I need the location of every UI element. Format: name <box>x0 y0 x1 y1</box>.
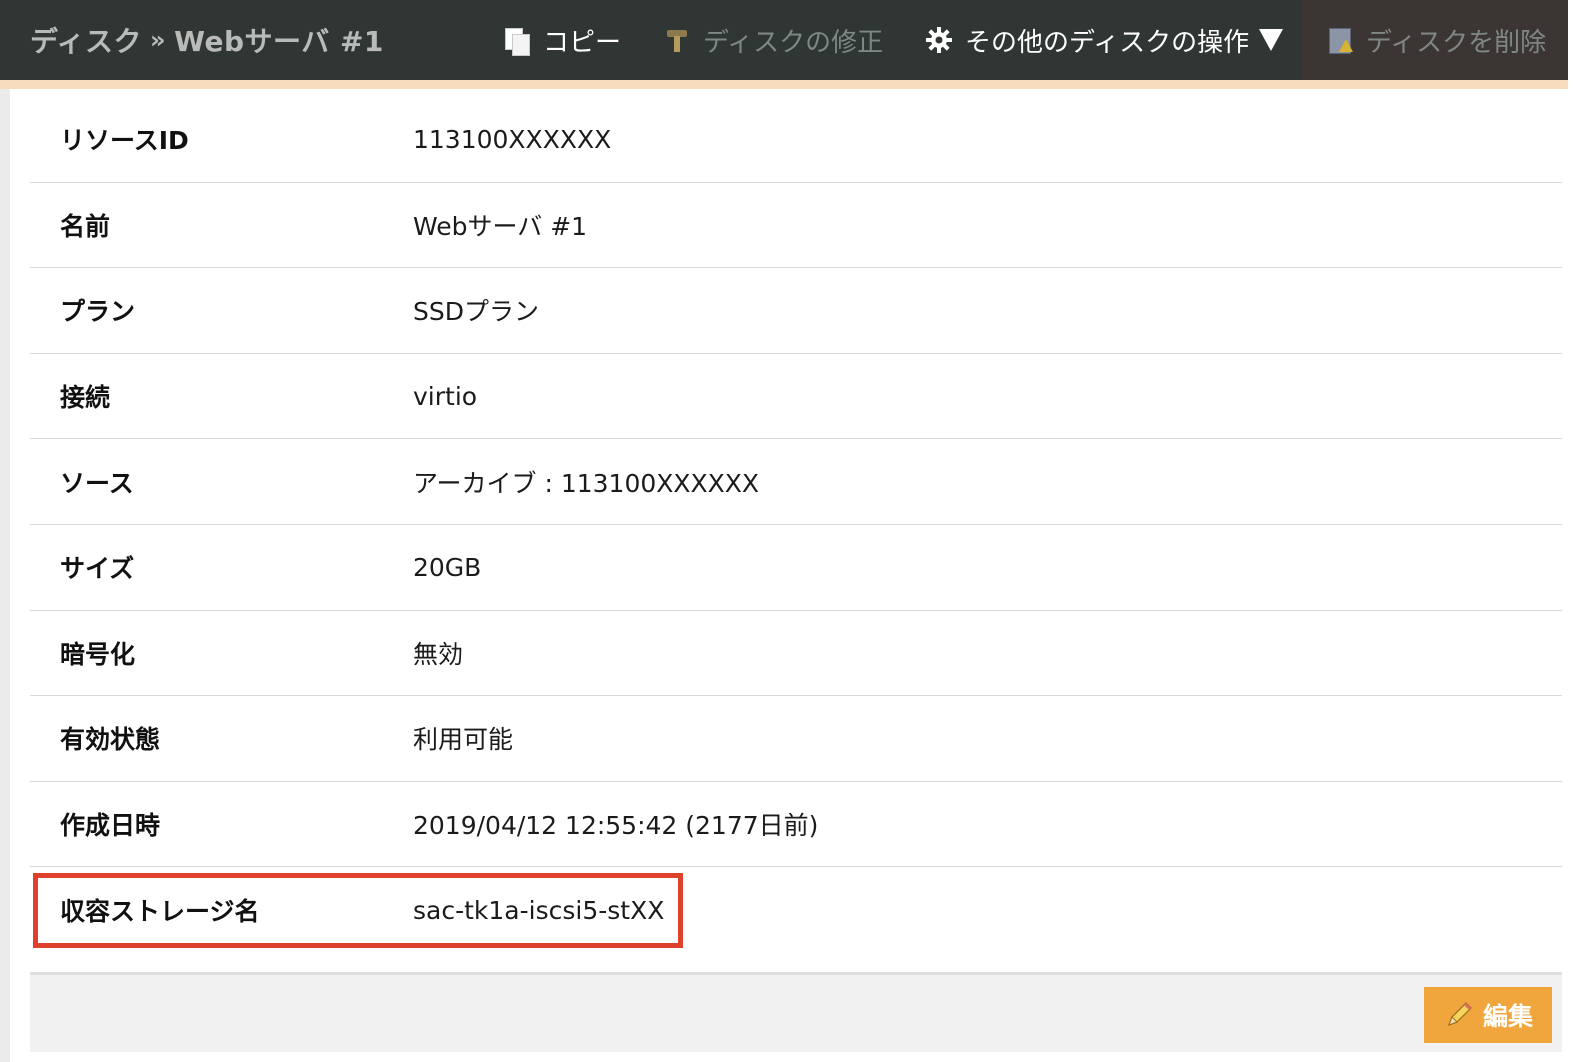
detail-label: 有効状態 <box>60 725 161 755</box>
detail-value: 2019/04/12 12:55:42 (2177日前) <box>413 811 819 841</box>
detail-value: 113100XXXXXX <box>413 124 612 154</box>
detail-row-plan: プラン SSDプラン <box>30 268 1562 354</box>
copy-label: コピー <box>543 27 622 58</box>
detail-row-availability: 有効状態 利用可能 <box>30 696 1562 782</box>
detail-row-connection: 接続 virtio <box>30 354 1562 440</box>
detail-value: 無効 <box>413 639 464 669</box>
breadcrumb-root[interactable]: ディスク <box>30 20 142 60</box>
other-disk-operations-label: その他のディスクの操作 <box>965 27 1250 58</box>
breadcrumb-separator: » <box>150 26 167 54</box>
breadcrumb: ディスク » Webサーバ #1 <box>30 0 384 80</box>
right-edge <box>1568 0 1574 1062</box>
edit-button[interactable]: 編集 <box>1424 987 1552 1043</box>
disk-details-table: リソースID 113100XXXXXX 名前 Webサーバ #1 プラン SSD… <box>30 97 1562 953</box>
gear-icon <box>925 26 953 54</box>
storage-name-highlight <box>33 873 683 948</box>
left-gutter <box>0 89 10 1062</box>
disk-detail-page: ディスク » Webサーバ #1 コピー ディスクの修正 その他のディスクの操作… <box>0 0 1574 1062</box>
header-accent-strip <box>0 80 1568 89</box>
detail-value: SSDプラン <box>413 297 539 327</box>
edit-label: 編集 <box>1482 1002 1533 1031</box>
delete-disk-icon <box>1326 26 1354 54</box>
detail-row-name: 名前 Webサーバ #1 <box>30 183 1562 269</box>
detail-value: 利用可能 <box>413 725 514 755</box>
detail-value: 20GB <box>413 552 482 582</box>
breadcrumb-current: Webサーバ #1 <box>174 25 384 58</box>
detail-value: アーカイブ : 113100XXXXXX <box>413 468 760 498</box>
detail-label: 暗号化 <box>60 639 136 669</box>
detail-label: ソース <box>60 468 134 498</box>
delete-disk-button: ディスクを削除 <box>1326 0 1546 80</box>
detail-value: Webサーバ #1 <box>413 211 588 241</box>
other-disk-operations-menu[interactable]: その他のディスクの操作 <box>925 0 1284 80</box>
copy-button[interactable]: コピー <box>503 0 621 80</box>
detail-row-size: サイズ 20GB <box>30 525 1562 611</box>
detail-row-created-at: 作成日時 2019/04/12 12:55:42 (2177日前) <box>30 782 1562 868</box>
detail-value: virtio <box>413 381 478 411</box>
pencil-icon <box>1443 999 1475 1031</box>
detail-label: 作成日時 <box>60 811 161 841</box>
detail-row-source: ソース アーカイブ : 113100XXXXXX <box>30 439 1562 525</box>
detail-row-encryption: 暗号化 無効 <box>30 611 1562 697</box>
detail-label: プラン <box>60 297 136 327</box>
chevron-down-icon <box>1259 29 1284 51</box>
detail-label: 名前 <box>60 211 111 241</box>
copy-icon <box>503 26 531 56</box>
delete-disk-label: ディスクを削除 <box>1366 27 1547 58</box>
details-footer <box>30 972 1562 1052</box>
detail-label: 接続 <box>60 383 111 413</box>
repair-disk-button: ディスクの修正 <box>663 0 883 80</box>
header-bar: ディスク » Webサーバ #1 コピー ディスクの修正 その他のディスクの操作… <box>0 0 1568 80</box>
detail-label: サイズ <box>60 554 135 584</box>
repair-disk-label: ディスクの修正 <box>703 27 884 58</box>
detail-label: リソースID <box>60 126 189 156</box>
hammer-icon <box>663 26 691 54</box>
detail-row-resource-id: リソースID 113100XXXXXX <box>30 97 1562 183</box>
